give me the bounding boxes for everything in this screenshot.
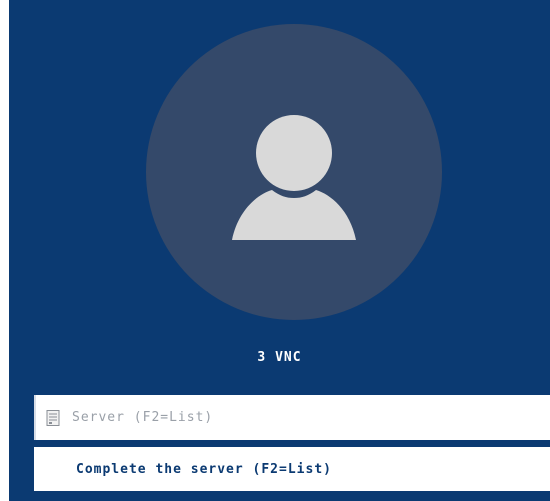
server-hint-text: Complete the server (F2=List) (76, 461, 332, 477)
user-silhouette-icon (232, 115, 356, 240)
server-field[interactable] (34, 395, 550, 440)
server-hint-bar: Complete the server (F2=List) (34, 447, 550, 491)
server-input[interactable] (70, 409, 514, 426)
login-panel: 3 VNC Complete the server (F2=List) (6, 0, 550, 501)
server-icon (46, 409, 60, 426)
avatar (146, 24, 442, 320)
session-name: 3 VNC (257, 350, 302, 365)
